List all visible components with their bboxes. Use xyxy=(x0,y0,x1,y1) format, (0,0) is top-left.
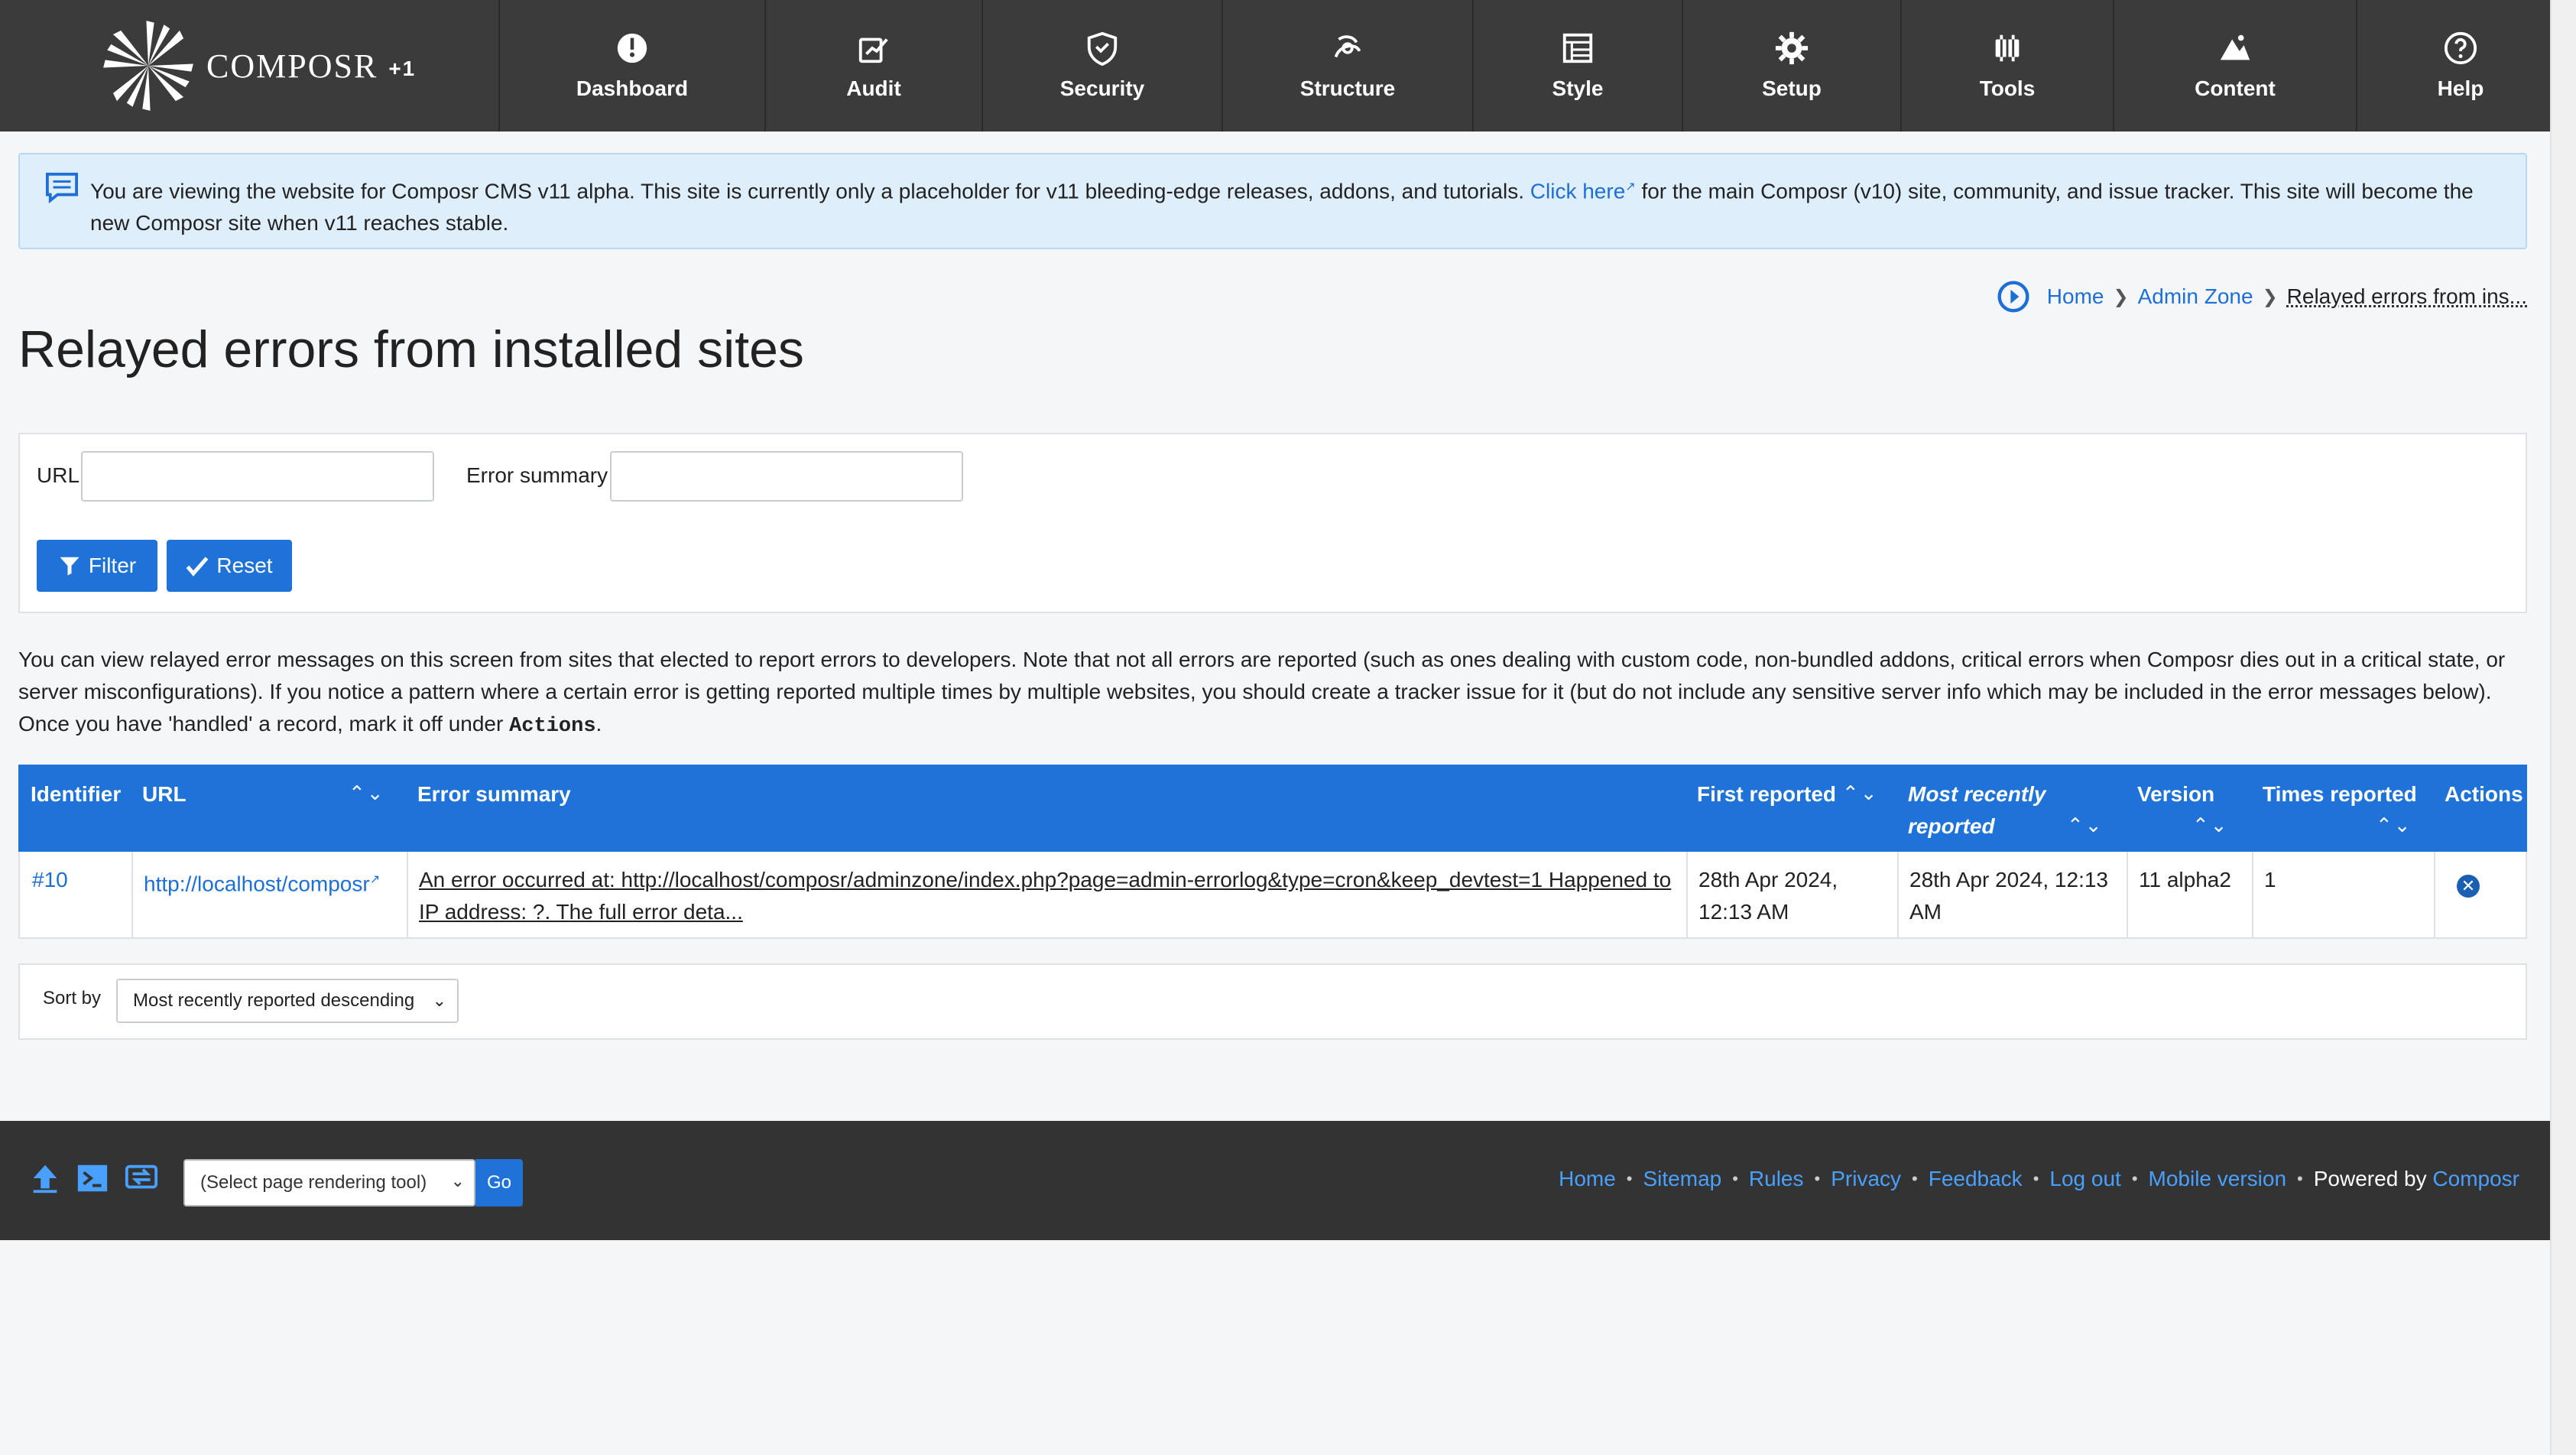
header-most-recently-reported: Most recently reported xyxy=(1908,782,2046,838)
url-label: URL xyxy=(37,463,80,487)
chevron-down-icon: ⌄ xyxy=(450,1171,465,1190)
nav-dashboard[interactable]: Dashboard xyxy=(498,0,764,132)
error-identifier-link[interactable]: #10 xyxy=(32,868,68,892)
site-logo[interactable]: COMPOSR +1 xyxy=(99,17,416,115)
top-navigation-bar: COMPOSR +1 Dashboard Audit Security Struc… xyxy=(0,0,2552,132)
setup-icon xyxy=(1775,31,1809,65)
breadcrumb-admin-zone[interactable]: Admin Zone xyxy=(2138,284,2253,309)
sort-bar: Sort by Most recently reported descendin… xyxy=(18,963,2527,1040)
footer-link-privacy[interactable]: Privacy xyxy=(1831,1167,1901,1191)
external-link-icon: ↗ xyxy=(1625,180,1636,193)
header-actions: Actions xyxy=(2445,782,2523,806)
dashboard-icon xyxy=(617,33,647,63)
breadcrumb: Home ❯ Admin Zone ❯ Relayed errors from … xyxy=(1997,280,2527,313)
error-summary-label: Error summary xyxy=(466,463,608,487)
footer-link-home[interactable]: Home xyxy=(1559,1167,1616,1191)
composr-logo-icon xyxy=(103,21,193,111)
nav-style[interactable]: Style xyxy=(1472,0,1682,132)
first-reported-cell: 28th Apr 2024, 12:13 AM xyxy=(1698,868,1838,924)
page-description: You can view relayed error messages on t… xyxy=(18,648,2506,738)
breadcrumb-current: Relayed errors from ins... xyxy=(2286,284,2527,308)
external-link-icon: ↗ xyxy=(369,873,381,886)
table-header: Identifier URL ⌃⌄ Error summary First re… xyxy=(18,765,2527,852)
sort-select[interactable]: Most recently reported descending ⌄ xyxy=(116,979,459,1023)
header-identifier: Identifier xyxy=(31,782,122,806)
breadcrumb-arrow-icon xyxy=(1997,281,2029,313)
tools-icon xyxy=(1995,34,2020,62)
filter-form: URL Error summary Filter Reset xyxy=(18,433,2527,613)
reset-button[interactable]: Reset xyxy=(167,540,292,592)
nav-content[interactable]: Content xyxy=(2113,0,2356,132)
footer-link-mobile-version[interactable]: Mobile version xyxy=(2149,1167,2287,1191)
error-url-link[interactable]: http://localhost/composr xyxy=(144,872,370,895)
page-rendering-tool-select[interactable]: (Select page rendering tool) ⌄ xyxy=(183,1159,475,1207)
message-icon xyxy=(46,172,78,203)
most-recently-reported-cell: 28th Apr 2024, 12:13 AM xyxy=(1909,868,2108,924)
nav-setup[interactable]: Setup xyxy=(1682,0,1900,132)
nav-structure[interactable]: Structure xyxy=(1221,0,1472,132)
header-first-reported: First reported xyxy=(1697,782,1837,806)
sort-times-reported-arrows[interactable]: ⌃⌄ xyxy=(2376,814,2412,837)
notice-text: You are viewing the website for Composr … xyxy=(90,179,2474,235)
sort-url-arrows[interactable]: ⌃⌄ xyxy=(349,781,385,805)
sort-most-recently-reported-arrows[interactable]: ⌃⌄ xyxy=(2067,814,2104,837)
footer-link-sitemap[interactable]: Sitemap xyxy=(1643,1167,1722,1191)
sort-version-arrows[interactable]: ⌃⌄ xyxy=(2192,814,2229,837)
errors-table: Identifier URL ⌃⌄ Error summary First re… xyxy=(18,765,2527,939)
times-reported-cell: 1 xyxy=(2264,868,2276,892)
header-url: URL xyxy=(142,782,187,806)
brand-name: COMPOSR +1 xyxy=(206,47,417,85)
audit-icon xyxy=(858,37,888,63)
header-error-summary: Error summary xyxy=(417,782,571,806)
delete-icon[interactable]: ✕ xyxy=(2457,875,2480,898)
powered-by-text: Powered by xyxy=(2313,1167,2427,1190)
sort-by-label: Sort by xyxy=(43,988,102,1008)
version-cell: 11 alpha2 xyxy=(2139,868,2231,892)
terminal-icon[interactable] xyxy=(75,1161,110,1196)
nav-audit[interactable]: Audit xyxy=(764,0,981,132)
footer-link-feedback[interactable]: Feedback xyxy=(1929,1167,2023,1191)
main-menu: Dashboard Audit Security Structure Style… xyxy=(498,0,2564,132)
upload-arrow-icon[interactable] xyxy=(28,1161,63,1196)
breadcrumb-home[interactable]: Home xyxy=(2047,284,2104,309)
chevron-right-icon: ❯ xyxy=(2262,286,2278,307)
url-filter-input[interactable] xyxy=(81,451,434,502)
table-row: #10 http://localhost/composr↗ An error o… xyxy=(18,852,2527,939)
header-version: Version xyxy=(2137,782,2215,806)
error-summary-filter-input[interactable] xyxy=(610,451,963,502)
chevron-down-icon: ⌄ xyxy=(432,991,446,1010)
checkmark-icon xyxy=(187,557,209,576)
filter-button[interactable]: Filter xyxy=(37,540,157,592)
vertical-scrollbar[interactable] xyxy=(2550,0,2576,1455)
content-icon xyxy=(2220,34,2250,60)
style-icon xyxy=(1562,33,1593,63)
switch-icon[interactable] xyxy=(124,1161,159,1196)
security-icon xyxy=(1087,31,1118,66)
structure-icon xyxy=(1334,35,1361,58)
footer-link-log-out[interactable]: Log out xyxy=(2049,1167,2120,1191)
error-summary-link[interactable]: An error occurred at: http://localhost/c… xyxy=(419,868,1671,924)
header-times-reported: Times reported xyxy=(2263,782,2417,806)
composr-link[interactable]: Composr xyxy=(2432,1167,2519,1191)
footer: (Select page rendering tool) ⌄ Go Home • … xyxy=(0,1121,2552,1240)
notice-banner: You are viewing the website for Composr … xyxy=(18,153,2527,249)
footer-link-rules[interactable]: Rules xyxy=(1749,1167,1804,1191)
go-button[interactable]: Go xyxy=(475,1159,523,1207)
page-title: Relayed errors from installed sites xyxy=(18,320,804,378)
nav-help[interactable]: Help xyxy=(2356,0,2564,132)
main-site-link[interactable]: Click here xyxy=(1530,179,1625,203)
footer-links: Home • Sitemap • Rules • Privacy • Feedback •… xyxy=(1559,1167,2519,1191)
chevron-right-icon: ❯ xyxy=(2113,286,2129,307)
nav-security[interactable]: Security xyxy=(981,0,1221,132)
sort-first-reported-arrows[interactable]: ⌃⌄ xyxy=(1842,781,1879,805)
nav-tools[interactable]: Tools xyxy=(1900,0,2113,132)
funnel-icon xyxy=(60,557,79,576)
help-icon xyxy=(2444,31,2477,65)
